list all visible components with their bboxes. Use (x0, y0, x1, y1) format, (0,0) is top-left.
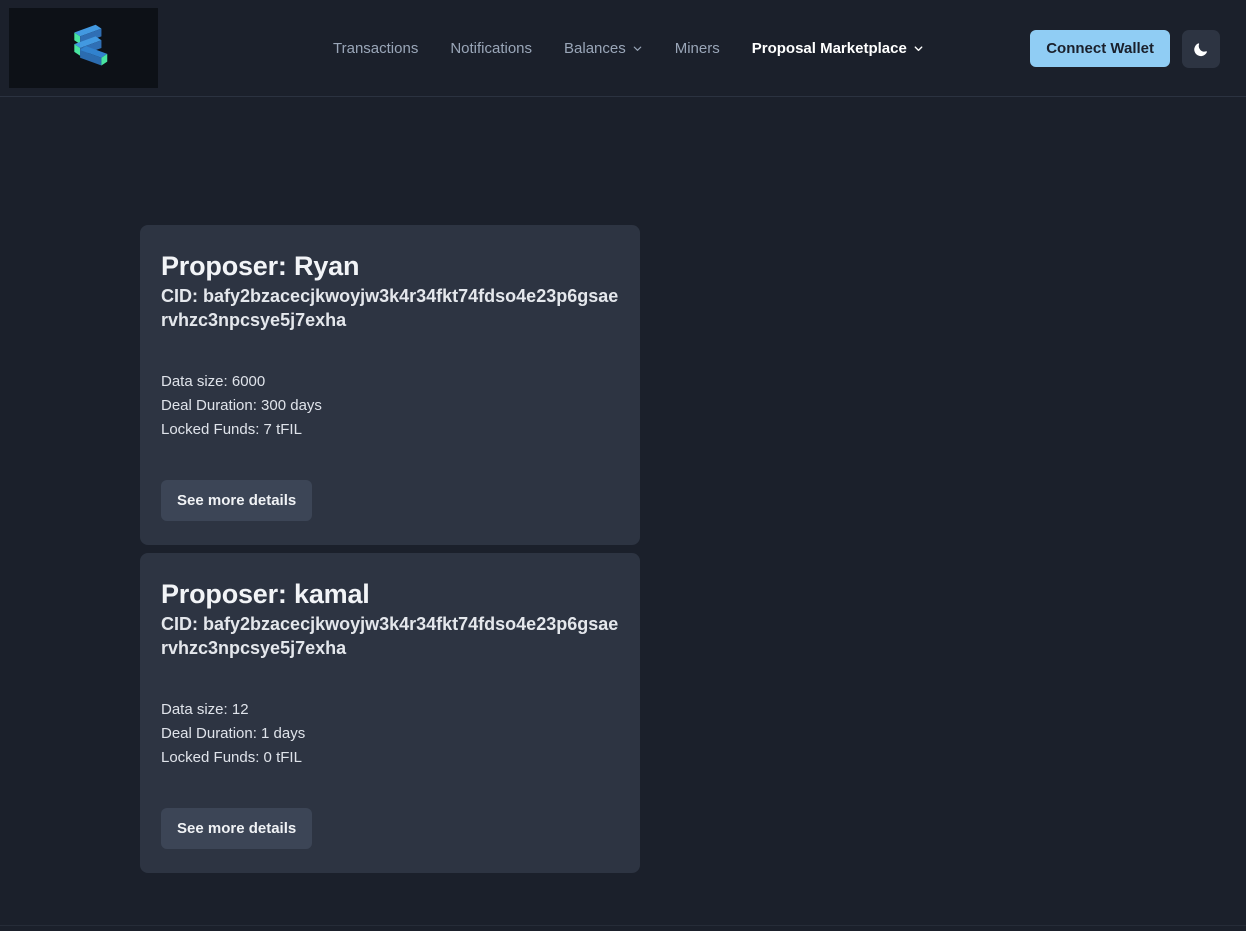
nav-label-balances: Balances (564, 40, 626, 57)
chevron-down-icon (632, 43, 643, 54)
cid-label: CID: (161, 613, 198, 634)
nav-item-miners[interactable]: Miners (675, 37, 720, 60)
locked-funds-value: Locked Funds: 0 tFIL (161, 748, 302, 766)
cid-label: CID: (161, 285, 198, 306)
cid-value: bafy2bzacecjkwoyjw3k4r34fkt74fdso4e23p6g… (161, 613, 619, 658)
deal-duration-value: Deal Duration: 300 days (161, 396, 322, 414)
cid-value: bafy2bzacecjkwoyjw3k4r34fkt74fdso4e23p6g… (161, 285, 619, 330)
nav-item-transactions[interactable]: Transactions (333, 37, 418, 60)
proposer-title: Proposer: Ryan (161, 251, 360, 281)
chevron-down-icon (913, 43, 924, 54)
nav-item-proposal-marketplace[interactable]: Proposal Marketplace (752, 37, 924, 60)
locked-funds-value: Locked Funds: 7 tFIL (161, 420, 302, 438)
see-more-details-button[interactable]: See more details (161, 479, 313, 521)
proposal-cid: CID: bafy2bzacecjkwoyjw3k4r34fkt74fdso4e… (161, 285, 620, 333)
proposal-stats: Data size: 6000 Deal Duration: 300 days … (161, 370, 620, 442)
nav-label-miners: Miners (674, 40, 720, 57)
nav-label-notifications: Notifications (450, 40, 533, 57)
theme-toggle-button[interactable] (1182, 29, 1220, 68)
proposal-cid: CID: bafy2bzacecjkwoyjw3k4r34fkt74fdso4e… (161, 613, 620, 661)
main-navigation: Transactions Notifications Balances Mine… (333, 0, 924, 97)
nav-item-balances[interactable]: Balances (564, 37, 643, 60)
connect-wallet-button[interactable]: Connect Wallet (1030, 29, 1170, 68)
horizontal-scrollbar[interactable] (0, 925, 1246, 931)
deal-duration-value: Deal Duration: 1 days (161, 724, 306, 742)
moon-icon (1193, 41, 1209, 57)
header-actions: Connect Wallet (1030, 0, 1220, 97)
data-size-value: Data size: 6000 (161, 372, 266, 390)
proposal-card: Proposer: Ryan CID: bafy2bzacecjkwoyjw3k… (140, 225, 640, 545)
nav-item-notifications[interactable]: Notifications (450, 37, 532, 60)
proposal-stats: Data size: 12 Deal Duration: 1 days Lock… (161, 698, 620, 770)
page-main: Proposer: Ryan CID: bafy2bzacecjkwoyjw3k… (0, 97, 1246, 931)
nav-label-proposal-marketplace: Proposal Marketplace (751, 40, 907, 57)
filecoin-logo-icon (53, 17, 115, 79)
app-logo[interactable] (9, 8, 158, 88)
site-header: Transactions Notifications Balances Mine… (0, 0, 1246, 97)
see-more-details-button[interactable]: See more details (161, 807, 313, 849)
nav-label-transactions: Transactions (333, 40, 419, 57)
proposal-list: Proposer: Ryan CID: bafy2bzacecjkwoyjw3k… (140, 225, 640, 873)
proposal-card: Proposer: kamal CID: bafy2bzacecjkwoyjw3… (140, 552, 640, 873)
proposer-title: Proposer: kamal (161, 578, 370, 609)
data-size-value: Data size: 12 (161, 700, 249, 718)
